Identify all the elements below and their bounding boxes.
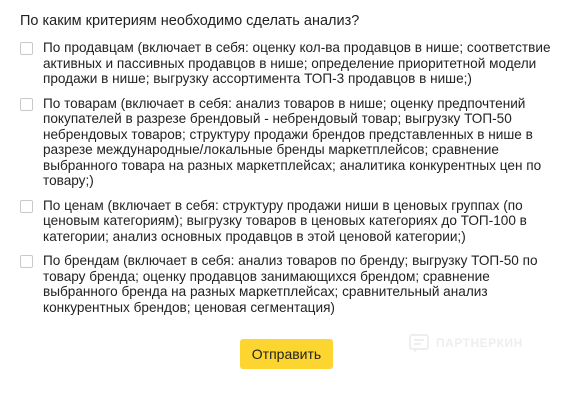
option-products[interactable]: По товарам (включает в себя: анализ това… [20,96,560,189]
question-title: По каким критериям необходимо сделать ан… [20,13,360,29]
option-sellers-checkbox[interactable] [20,42,33,55]
option-prices[interactable]: По ценам (включает в себя: структуру про… [20,198,560,245]
option-products-checkbox[interactable] [20,97,33,111]
submit-button[interactable]: Отправить [240,339,333,369]
option-brands-checkbox[interactable] [20,255,33,268]
option-brands-label: По брендам (включает в себя: анализ това… [43,253,538,315]
option-sellers-label: По продавцам (включает в себя: оценку ко… [43,40,551,86]
option-products-label: По товарам (включает в себя: анализ това… [43,95,542,189]
option-prices-checkbox[interactable] [20,199,33,213]
option-sellers[interactable]: По продавцам (включает в себя: оценку ко… [20,40,560,87]
option-brands[interactable]: По брендам (включает в себя: анализ това… [20,253,560,315]
partner-logo-icon [409,334,429,353]
watermark-text: ПАРТНЕРКИН [436,336,523,350]
option-prices-label: По ценам (включает в себя: структуру про… [43,197,527,244]
watermark: ПАРТНЕРКИН [408,332,523,354]
criteria-options-list: По продавцам (включает в себя: оценку ко… [20,40,560,324]
